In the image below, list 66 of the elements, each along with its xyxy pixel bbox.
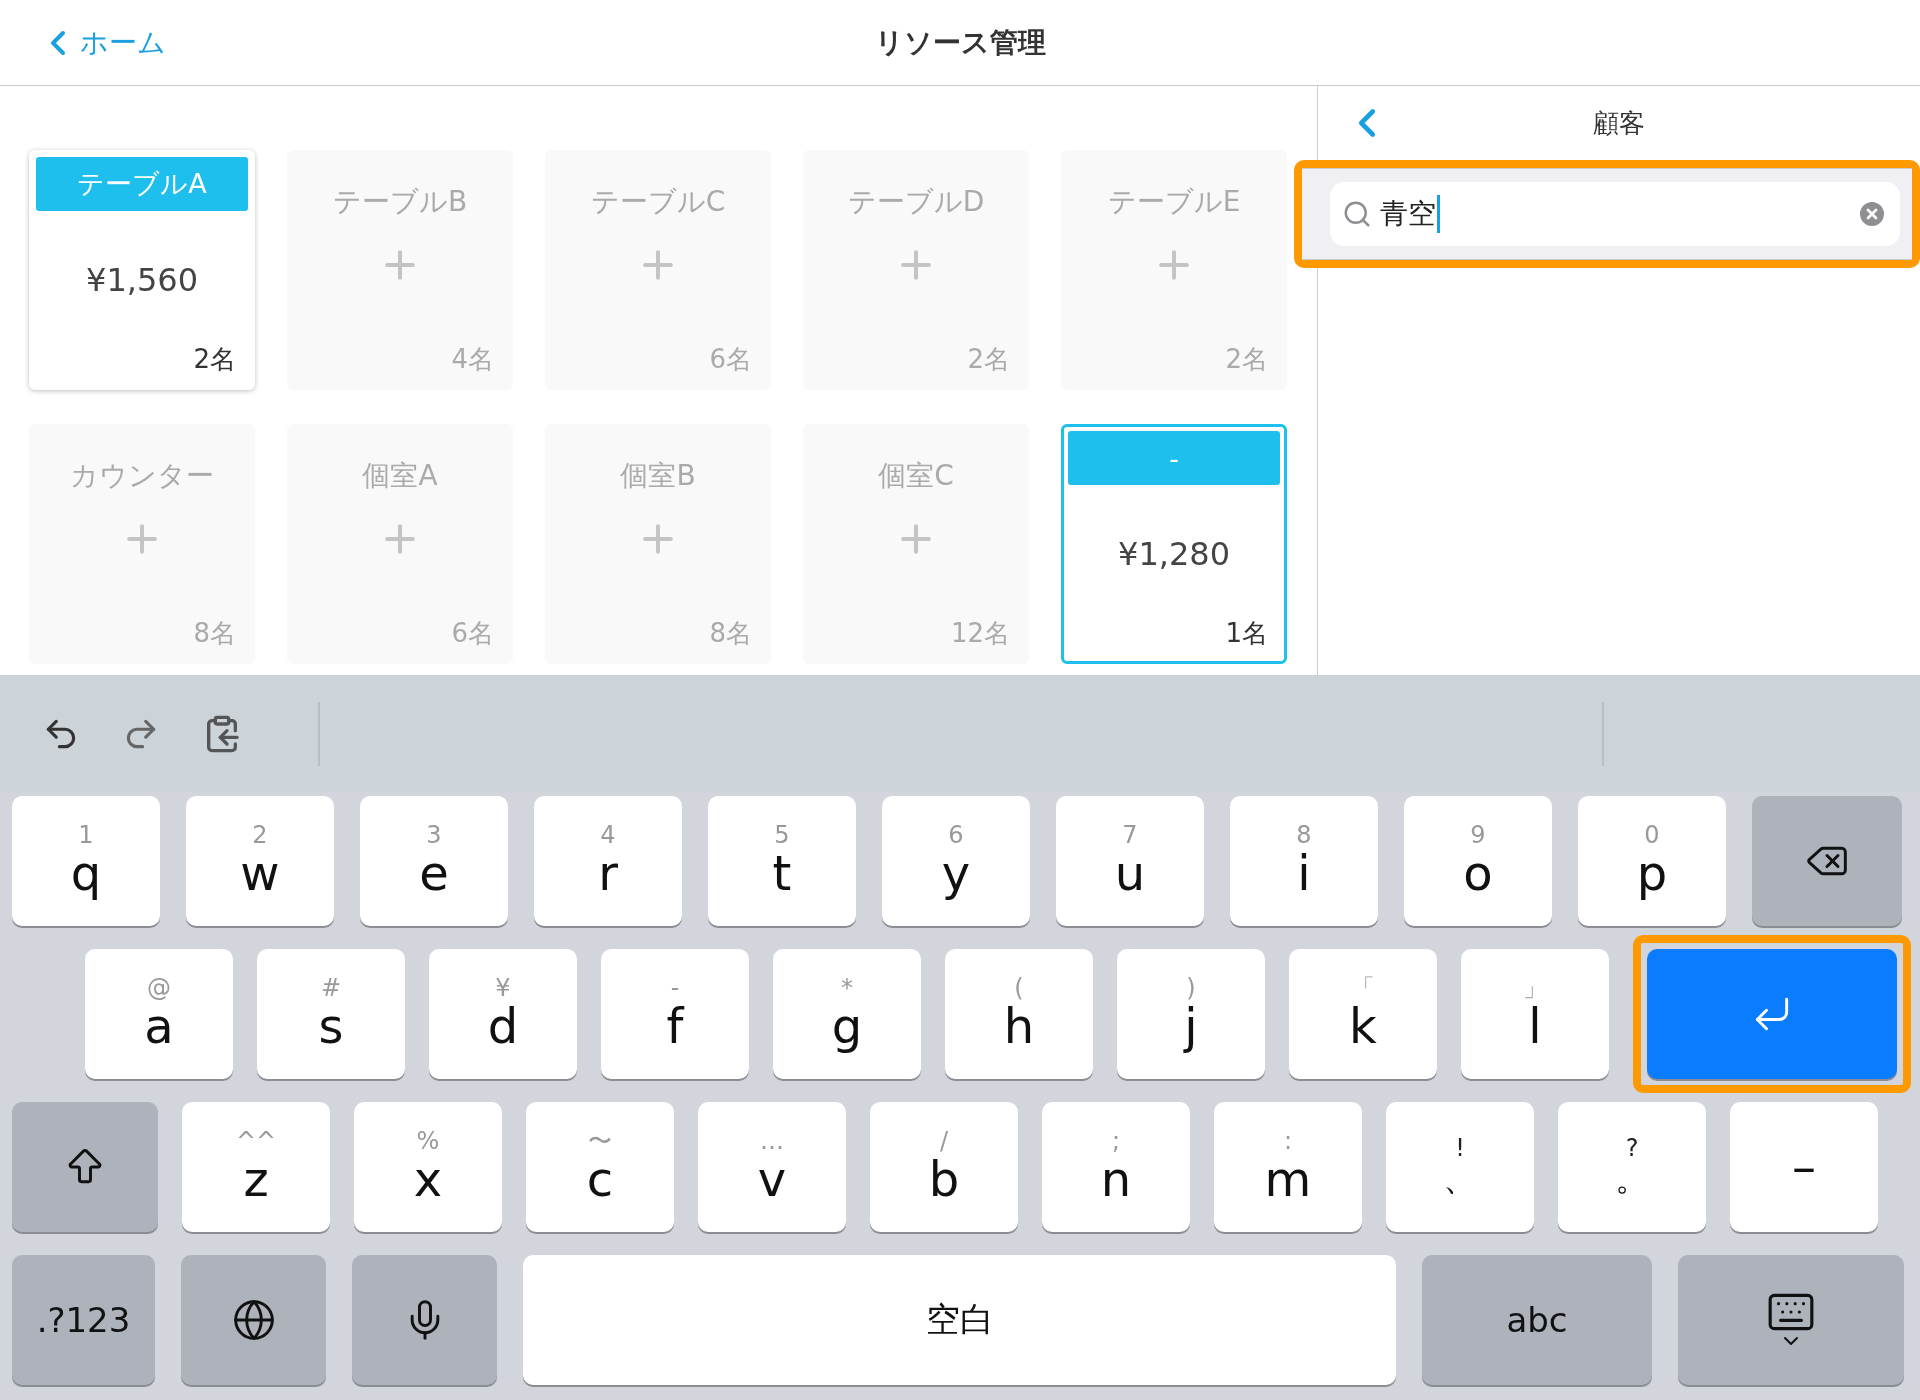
seat-count: 8名 bbox=[193, 617, 236, 650]
backspace-key[interactable] bbox=[1752, 796, 1902, 926]
key[interactable]: – bbox=[1730, 1102, 1878, 1232]
key[interactable]: 「 k bbox=[1289, 949, 1437, 1079]
search-field[interactable]: 青空 bbox=[1330, 182, 1900, 246]
key[interactable]: ? 。 bbox=[1558, 1102, 1706, 1232]
key[interactable]: 8 i bbox=[1230, 796, 1378, 926]
key[interactable]: : m bbox=[1214, 1102, 1362, 1232]
mic-key[interactable] bbox=[352, 1255, 497, 1385]
table-name: 個室B bbox=[620, 458, 696, 494]
seat-count: 1名 bbox=[1225, 617, 1268, 650]
page-title: リソース管理 bbox=[874, 24, 1046, 61]
table-price: ¥1,560 bbox=[86, 261, 198, 299]
key[interactable]: % x bbox=[354, 1102, 502, 1232]
key[interactable]: 5 t bbox=[708, 796, 856, 926]
seat-count: 6名 bbox=[709, 343, 752, 376]
dismiss-key[interactable] bbox=[1678, 1255, 1904, 1385]
key[interactable]: 1 q bbox=[12, 796, 160, 926]
panel-title: 顧客 bbox=[1593, 106, 1645, 140]
search-icon bbox=[1342, 199, 1372, 229]
table-price: ¥1,280 bbox=[1118, 535, 1230, 573]
seat-count: 4名 bbox=[451, 343, 494, 376]
key[interactable]: 」 l bbox=[1461, 949, 1609, 1079]
table-name: テーブルE bbox=[1107, 184, 1241, 220]
key[interactable]: 2 w bbox=[186, 796, 334, 926]
seat-count: 2名 bbox=[193, 343, 236, 376]
key[interactable]: ) j bbox=[1117, 949, 1265, 1079]
key[interactable]: 3 e bbox=[360, 796, 508, 926]
table-name: 個室A bbox=[362, 458, 438, 494]
key[interactable]: 7 u bbox=[1056, 796, 1204, 926]
key[interactable]: 9 o bbox=[1404, 796, 1552, 926]
key[interactable]: 0 p bbox=[1578, 796, 1726, 926]
key[interactable]: * g bbox=[773, 949, 921, 1079]
key[interactable]: @ a bbox=[85, 949, 233, 1079]
key[interactable]: … v bbox=[698, 1102, 846, 1232]
table-name: 個室C bbox=[878, 458, 954, 494]
key[interactable]: # s bbox=[257, 949, 405, 1079]
table-name: テーブルC bbox=[590, 184, 726, 220]
key[interactable]: ! 、 bbox=[1386, 1102, 1534, 1232]
table-name: - bbox=[1068, 431, 1280, 485]
key[interactable]: ¥ d bbox=[429, 949, 577, 1079]
abc-key[interactable]: abc bbox=[1422, 1255, 1652, 1385]
key[interactable]: 〜 c bbox=[526, 1102, 674, 1232]
table-name: テーブルA bbox=[36, 157, 248, 211]
seat-count: 2名 bbox=[1225, 343, 1268, 376]
seat-count: 6名 bbox=[451, 617, 494, 650]
globe-key[interactable] bbox=[181, 1255, 326, 1385]
numbers-key[interactable]: .?123 bbox=[12, 1255, 155, 1385]
key[interactable]: ( h bbox=[945, 949, 1093, 1079]
seat-count: 8名 bbox=[709, 617, 752, 650]
table-name: カウンター bbox=[70, 458, 214, 494]
seat-count: 12名 bbox=[950, 617, 1010, 650]
key[interactable]: 6 y bbox=[882, 796, 1030, 926]
search-value: 青空 bbox=[1380, 195, 1440, 233]
key[interactable]: / b bbox=[870, 1102, 1018, 1232]
key[interactable]: - f bbox=[601, 949, 749, 1079]
key[interactable]: 4 r bbox=[534, 796, 682, 926]
space-key[interactable]: 空白 bbox=[523, 1255, 1396, 1385]
globe-icon bbox=[231, 1298, 276, 1342]
key[interactable]: ^^ z bbox=[182, 1102, 330, 1232]
table-card[interactable]: - ¥1,280 1名 bbox=[1061, 424, 1287, 664]
table-name: テーブルB bbox=[332, 184, 468, 220]
table-card[interactable]: テーブルA ¥1,560 2名 bbox=[29, 150, 255, 390]
seat-count: 2名 bbox=[967, 343, 1010, 376]
table-name: テーブルD bbox=[847, 184, 985, 220]
key[interactable]: ; n bbox=[1042, 1102, 1190, 1232]
